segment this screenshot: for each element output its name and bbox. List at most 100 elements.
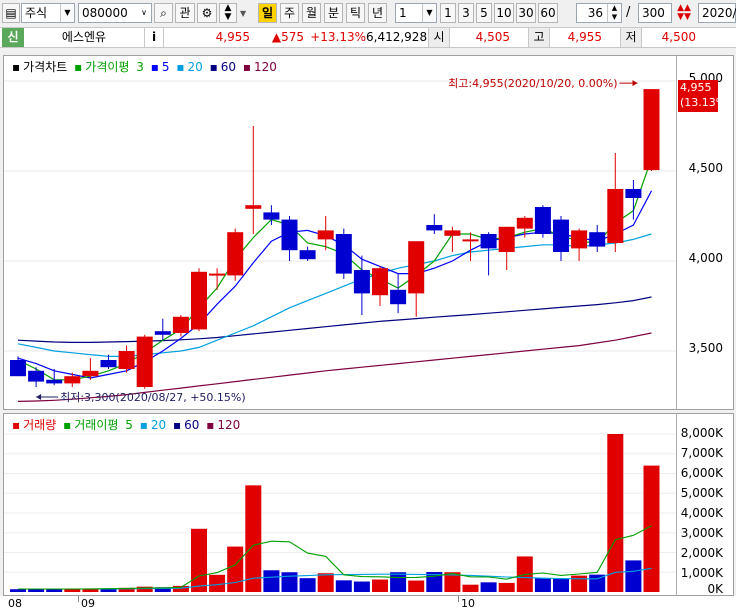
- tab-period-5[interactable]: 년: [368, 3, 387, 23]
- x-tick: [458, 596, 459, 602]
- x-tick: [78, 596, 79, 602]
- price-change: ▲575: [271, 30, 304, 44]
- interval-button-1[interactable]: 1: [440, 3, 456, 23]
- tab-period-3[interactable]: 분: [324, 3, 343, 23]
- volume-y-tick: 7,000K: [680, 446, 723, 460]
- volume-bar: [245, 485, 262, 592]
- x-tick-label: 10: [461, 597, 475, 610]
- volume-bar: [390, 572, 407, 592]
- zoom-icon[interactable]: ▲▲ ▼▼: [676, 4, 692, 22]
- dropdown-arrow-icon[interactable]: ▼: [240, 9, 246, 18]
- settings-button[interactable]: ⚙: [197, 3, 217, 23]
- candle-body: [281, 219, 298, 251]
- volume-y-axis: 8,000K 7,000K 6,000K 5,000K 4,000K 3,000…: [676, 414, 733, 596]
- interval-button-10[interactable]: 10: [494, 3, 514, 23]
- candle-body: [10, 360, 26, 377]
- volume-bar: [553, 578, 569, 592]
- tab-period-0[interactable]: 일: [258, 3, 277, 23]
- open-price: 4,505: [475, 30, 510, 44]
- date-value: 2020/: [702, 6, 736, 20]
- volume-chart-plot[interactable]: [4, 414, 676, 595]
- menu-icon[interactable]: ▤: [2, 3, 20, 23]
- search-button[interactable]: ⌕: [154, 3, 173, 23]
- date-input[interactable]: 2020/: [698, 3, 736, 23]
- volume-bar: [10, 589, 26, 592]
- high-annotation: 최고:4,955(2020/10/20, 0.00%): [448, 77, 617, 90]
- candle-body: [571, 230, 588, 249]
- low-annotation: 최저:3,300(2020/08/27, +50.15%): [60, 391, 246, 404]
- low-price: 4,500: [661, 30, 696, 44]
- candle-body: [118, 351, 135, 369]
- volume-y-tick: 4,000K: [680, 506, 723, 520]
- high-price: 4,955: [567, 30, 602, 44]
- tab-period-2[interactable]: 월: [302, 3, 321, 23]
- chevron-down-icon[interactable]: ▼: [422, 4, 436, 22]
- stepper-button[interactable]: ▲ ▼: [219, 3, 237, 23]
- tab-period-4[interactable]: 틱: [346, 3, 365, 23]
- count-value: 36: [587, 6, 603, 20]
- ma3-line: [17, 158, 653, 381]
- chevron-down-icon[interactable]: ▼: [60, 4, 74, 22]
- candle-body: [100, 360, 117, 368]
- x-axis: 08 09 10: [0, 596, 736, 610]
- count-input[interactable]: 36 ▲ ▼: [576, 3, 622, 23]
- candle-body: [46, 379, 63, 384]
- candle-body: [209, 273, 226, 276]
- low-label: 저: [620, 28, 642, 47]
- interval-button-60[interactable]: 60: [538, 3, 558, 23]
- volume-y-tick: 0K: [707, 582, 723, 596]
- candle-body: [516, 217, 533, 229]
- ma20-line: [17, 233, 652, 357]
- quote-bar: 신 에스엔유 i 4,955 ▲575 +13.13% 6,412,928 시 …: [0, 27, 736, 48]
- volume-y-tick: 5,000K: [680, 486, 723, 500]
- volume-bar: [571, 575, 588, 592]
- candle-body: [82, 370, 99, 377]
- volume-bar: [281, 572, 298, 592]
- candle-body: [480, 234, 497, 249]
- candle-body: [607, 189, 624, 243]
- volume-bar: [263, 570, 280, 592]
- candle-body: [64, 376, 81, 384]
- chevron-down-icon[interactable]: ∨: [137, 4, 151, 22]
- interval-button-3[interactable]: 3: [458, 3, 474, 23]
- market-value: 주식: [25, 6, 48, 20]
- volume-bar: [480, 582, 497, 592]
- count-stepper[interactable]: ▲ ▼: [607, 4, 621, 22]
- info-icon[interactable]: i: [144, 28, 164, 47]
- trade-volume: 6,412,928: [366, 30, 428, 44]
- price-chart-plot[interactable]: 최고:4,955(2020/10/20, 0.00%) 최저:3,300(2020…: [4, 56, 676, 409]
- volume-y-tick: 8,000K: [680, 426, 723, 440]
- stock-code-input[interactable]: 080000 ∨: [78, 3, 152, 23]
- price-chart-panel[interactable]: ▪ 가격차트 ▪ 가격이평 3 ▪ 5 ▪ 20 ▪ 60 ▪ 120 최고:4,955(2…: [3, 55, 734, 410]
- ma60-line: [17, 296, 652, 343]
- candle-body: [28, 370, 45, 382]
- total-input[interactable]: 300: [638, 3, 672, 23]
- interval-button-30[interactable]: 30: [516, 3, 536, 23]
- candle-body: [263, 212, 280, 220]
- stock-code-value: 080000: [82, 6, 128, 20]
- count-separator: /: [626, 5, 631, 20]
- candle-body: [625, 189, 642, 198]
- candle-body: [589, 232, 606, 247]
- candle-body: [372, 268, 388, 296]
- market-select[interactable]: 주식 ▼: [21, 3, 75, 23]
- x-tick-label: 08: [8, 597, 22, 610]
- change-rate: +13.13%: [310, 30, 366, 44]
- candle-body: [643, 89, 660, 171]
- interval-select[interactable]: 1 ▼: [395, 3, 437, 23]
- price-y-tick: 3,500: [688, 341, 723, 355]
- tab-period-1[interactable]: 주: [280, 3, 299, 23]
- relation-button[interactable]: 관: [175, 3, 195, 23]
- candle-body: [444, 230, 461, 236]
- open-label: 시: [428, 28, 450, 47]
- volume-bar: [607, 434, 624, 592]
- candle-body: [299, 250, 316, 260]
- candle-body: [172, 316, 189, 333]
- candle-body: [154, 331, 171, 335]
- interval-button-5[interactable]: 5: [476, 3, 492, 23]
- volume-bar: [462, 584, 479, 592]
- candle-body: [498, 226, 515, 252]
- volume-bar: [625, 560, 642, 592]
- volume-chart-panel[interactable]: ▪ 거래량 ▪ 거래이평 5 ▪ 20 ▪ 60 ▪ 120 8,000K 7,000K …: [3, 413, 734, 596]
- volume-bar: [227, 546, 244, 592]
